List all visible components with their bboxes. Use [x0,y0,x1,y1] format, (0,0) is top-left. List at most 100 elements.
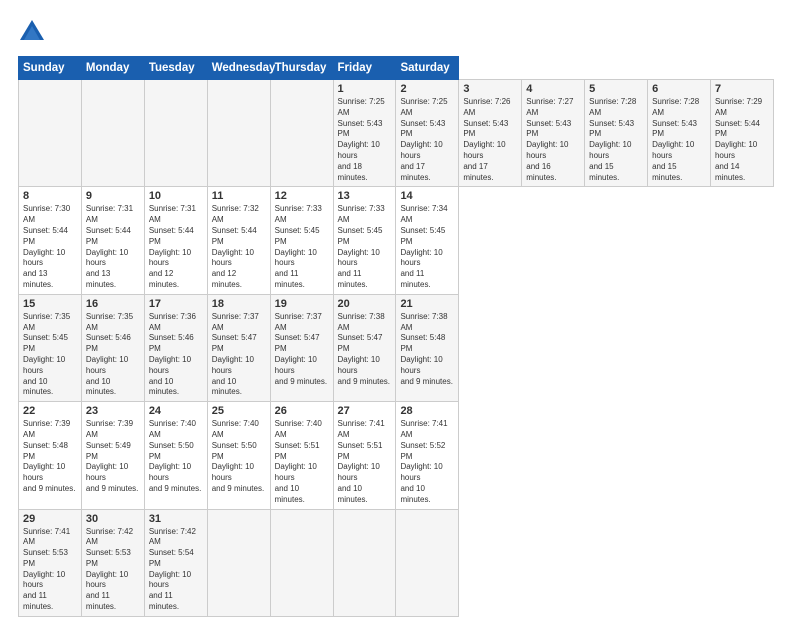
day-number: 26 [275,405,329,417]
day-info: Sunrise: 7:28 AMSunset: 5:43 PMDaylight:… [589,97,643,183]
day-info: Sunrise: 7:31 AMSunset: 5:44 PMDaylight:… [86,204,140,290]
day-number: 17 [149,298,203,310]
calendar-cell [207,80,270,187]
logo-icon [18,18,46,46]
day-info: Sunrise: 7:31 AMSunset: 5:44 PMDaylight:… [149,204,203,290]
calendar-cell: 10 Sunrise: 7:31 AMSunset: 5:44 PMDayligh… [144,187,207,294]
day-number: 8 [23,190,77,202]
day-info: Sunrise: 7:38 AMSunset: 5:48 PMDaylight:… [400,312,454,388]
day-number: 9 [86,190,140,202]
calendar-cell: 30Sunrise: 7:42 AMSunset: 5:53 PMDayligh… [81,509,144,616]
calendar-cell: 21 Sunrise: 7:38 AMSunset: 5:48 PMDayligh… [396,294,459,401]
calendar-cell: 31 Sunrise: 7:42 AMSunset: 5:54 PMDayligh… [144,509,207,616]
day-info: Sunrise: 7:38 AMSunset: 5:47 PMDaylight:… [338,312,392,388]
day-number: 30 [86,513,140,525]
calendar-header-tuesday: Tuesday [144,57,207,80]
calendar-cell: 24 Sunrise: 7:40 AMSunset: 5:50 PMDayligh… [144,402,207,509]
day-number: 10 [149,190,203,202]
day-number: 29 [23,513,77,525]
day-info: Sunrise: 7:39 AMSunset: 5:48 PMDaylight:… [23,419,77,495]
day-number: 19 [275,298,329,310]
calendar-cell [270,509,333,616]
day-info: Sunrise: 7:36 AMSunset: 5:46 PMDaylight:… [149,312,203,398]
day-number: 5 [589,83,643,95]
day-number: 28 [400,405,454,417]
calendar-cell: 14Sunrise: 7:34 AMSunset: 5:45 PMDayligh… [396,187,459,294]
day-info: Sunrise: 7:27 AMSunset: 5:43 PMDaylight:… [526,97,580,183]
calendar-cell: 3Sunrise: 7:26 AMSunset: 5:43 PMDaylight… [459,80,522,187]
day-number: 6 [652,83,706,95]
calendar-cell: 15Sunrise: 7:35 AMSunset: 5:45 PMDayligh… [19,294,82,401]
page: SundayMondayTuesdayWednesdayThursdayFrid… [0,0,792,612]
calendar-cell: 8Sunrise: 7:30 AMSunset: 5:44 PMDaylight… [19,187,82,294]
calendar-cell: 23Sunrise: 7:39 AMSunset: 5:49 PMDayligh… [81,402,144,509]
calendar-cell: 11Sunrise: 7:32 AMSunset: 5:44 PMDayligh… [207,187,270,294]
calendar-header-row: SundayMondayTuesdayWednesdayThursdayFrid… [19,57,774,80]
calendar-cell: 2 Sunrise: 7:25 AMSunset: 5:43 PMDaylight… [396,80,459,187]
day-number: 27 [338,405,392,417]
day-info: Sunrise: 7:41 AMSunset: 5:51 PMDaylight:… [338,419,392,505]
calendar-cell [270,80,333,187]
day-info: Sunrise: 7:37 AMSunset: 5:47 PMDaylight:… [275,312,329,388]
day-info: Sunrise: 7:35 AMSunset: 5:46 PMDaylight:… [86,312,140,398]
calendar-cell: 16 Sunrise: 7:35 AMSunset: 5:46 PMDayligh… [81,294,144,401]
calendar-week-4: 22 Sunrise: 7:39 AMSunset: 5:48 PMDayligh… [19,402,774,509]
day-number: 16 [86,298,140,310]
day-number: 4 [526,83,580,95]
day-info: Sunrise: 7:40 AMSunset: 5:50 PMDaylight:… [149,419,203,495]
calendar-week-1: 1 Sunrise: 7:25 AMSunset: 5:43 PMDaylight… [19,80,774,187]
calendar-header-sunday: Sunday [19,57,82,80]
calendar-cell: 9 Sunrise: 7:31 AMSunset: 5:44 PMDaylight… [81,187,144,294]
day-number: 18 [212,298,266,310]
day-number: 21 [400,298,454,310]
day-info: Sunrise: 7:40 AMSunset: 5:50 PMDaylight:… [212,419,266,495]
day-info: Sunrise: 7:34 AMSunset: 5:45 PMDaylight:… [400,204,454,290]
day-info: Sunrise: 7:29 AMSunset: 5:44 PMDaylight:… [715,97,769,183]
calendar-cell: 4 Sunrise: 7:27 AMSunset: 5:43 PMDaylight… [522,80,585,187]
day-info: Sunrise: 7:42 AMSunset: 5:54 PMDaylight:… [149,527,203,613]
day-number: 1 [338,83,392,95]
calendar-cell: 19 Sunrise: 7:37 AMSunset: 5:47 PMDayligh… [270,294,333,401]
calendar-cell: 17 Sunrise: 7:36 AMSunset: 5:46 PMDayligh… [144,294,207,401]
calendar-cell: 29 Sunrise: 7:41 AMSunset: 5:53 PMDayligh… [19,509,82,616]
calendar-week-5: 29 Sunrise: 7:41 AMSunset: 5:53 PMDayligh… [19,509,774,616]
calendar-header-wednesday: Wednesday [207,57,270,80]
day-info: Sunrise: 7:32 AMSunset: 5:44 PMDaylight:… [212,204,266,290]
day-number: 20 [338,298,392,310]
calendar-cell: 18Sunrise: 7:37 AMSunset: 5:47 PMDayligh… [207,294,270,401]
calendar-cell: 12Sunrise: 7:33 AMSunset: 5:45 PMDayligh… [270,187,333,294]
calendar-cell [81,80,144,187]
calendar-cell: 7 Sunrise: 7:29 AMSunset: 5:44 PMDaylight… [710,80,773,187]
calendar-cell [396,509,459,616]
logo [18,18,50,46]
calendar-cell: 25Sunrise: 7:40 AMSunset: 5:50 PMDayligh… [207,402,270,509]
calendar-cell: 1Sunrise: 7:25 AMSunset: 5:43 PMDaylight… [333,80,396,187]
calendar-cell [144,80,207,187]
day-number: 23 [86,405,140,417]
day-number: 3 [463,83,517,95]
calendar-cell [207,509,270,616]
calendar-cell [333,509,396,616]
calendar-week-3: 15Sunrise: 7:35 AMSunset: 5:45 PMDayligh… [19,294,774,401]
day-number: 31 [149,513,203,525]
calendar-cell [19,80,82,187]
day-info: Sunrise: 7:41 AMSunset: 5:52 PMDaylight:… [400,419,454,505]
day-info: Sunrise: 7:25 AMSunset: 5:43 PMDaylight:… [400,97,454,183]
day-number: 22 [23,405,77,417]
calendar-cell: 5 Sunrise: 7:28 AMSunset: 5:43 PMDaylight… [585,80,648,187]
day-number: 24 [149,405,203,417]
calendar-cell: 6Sunrise: 7:28 AMSunset: 5:43 PMDaylight… [648,80,711,187]
calendar-header-monday: Monday [81,57,144,80]
day-info: Sunrise: 7:35 AMSunset: 5:45 PMDaylight:… [23,312,77,398]
calendar-week-2: 8Sunrise: 7:30 AMSunset: 5:44 PMDaylight… [19,187,774,294]
day-number: 2 [400,83,454,95]
day-number: 13 [338,190,392,202]
calendar-cell: 13Sunrise: 7:33 AMSunset: 5:45 PMDayligh… [333,187,396,294]
day-number: 7 [715,83,769,95]
calendar-cell: 28 Sunrise: 7:41 AMSunset: 5:52 PMDayligh… [396,402,459,509]
day-info: Sunrise: 7:41 AMSunset: 5:53 PMDaylight:… [23,527,77,613]
calendar-cell: 26 Sunrise: 7:40 AMSunset: 5:51 PMDayligh… [270,402,333,509]
day-number: 12 [275,190,329,202]
day-info: Sunrise: 7:40 AMSunset: 5:51 PMDaylight:… [275,419,329,505]
calendar-header-saturday: Saturday [396,57,459,80]
